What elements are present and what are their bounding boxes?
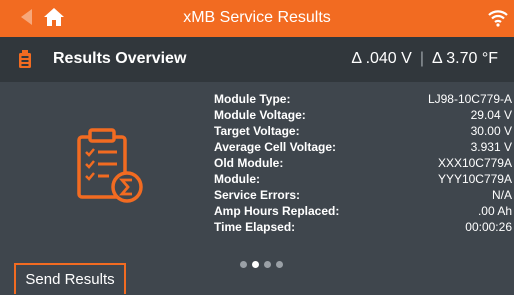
detail-row: Service Errors: N/A <box>214 187 512 203</box>
detail-value: 00:00:26 <box>465 220 512 234</box>
detail-label: Amp Hours Replaced: <box>214 204 340 218</box>
delta-temperature: Δ 3.70 °F <box>431 50 498 67</box>
detail-row: Time Elapsed: 00:00:26 <box>214 219 512 235</box>
page-dot[interactable] <box>264 261 271 268</box>
detail-value: N/A <box>491 188 512 202</box>
detail-row: Module Type: LJ98-10C779-A <box>214 91 512 107</box>
page-dot[interactable] <box>252 261 259 268</box>
detail-label: Average Cell Voltage: <box>214 140 337 154</box>
page-dot[interactable] <box>240 261 247 268</box>
delta-voltage: Δ .040 V <box>351 50 412 67</box>
results-header: Results Overview Δ .040 V | Δ 3.70 °F <box>0 37 514 82</box>
wifi-icon <box>488 10 508 27</box>
detail-value: 30.00 V <box>470 124 512 138</box>
clipboard-summary-icon <box>77 128 143 203</box>
detail-value: XXX10C779A <box>437 156 512 170</box>
detail-value: YYY10C779A <box>437 172 512 186</box>
page-indicator <box>240 261 288 269</box>
detail-value: LJ98-10C779-A <box>427 92 512 106</box>
detail-label: Module Voltage: <box>214 108 306 122</box>
detail-label: Module: <box>214 172 260 186</box>
detail-row: Amp Hours Replaced: .00 Ah <box>214 203 512 219</box>
detail-label: Service Errors: <box>214 188 301 202</box>
detail-value: .00 Ah <box>477 204 512 218</box>
detail-row: Target Voltage: 30.00 V <box>214 123 512 139</box>
divider: | <box>419 50 424 67</box>
detail-row: Module: YYY10C779A <box>214 171 512 187</box>
app-title: xMB Service Results <box>183 9 331 26</box>
detail-label: Old Module: <box>214 156 284 170</box>
detail-label: Time Elapsed: <box>214 220 296 234</box>
detail-label: Module Type: <box>214 92 291 106</box>
top-bar: xMB Service Results <box>0 0 514 37</box>
page-dot[interactable] <box>276 261 283 268</box>
delta-readout: Δ .040 V | Δ 3.70 °F <box>351 50 498 68</box>
detail-value: 29.04 V <box>470 108 512 122</box>
detail-value: 3.931 V <box>470 140 512 154</box>
detail-label: Target Voltage: <box>214 124 300 138</box>
detail-row: Module Voltage: 29.04 V <box>214 107 512 123</box>
detail-row: Average Cell Voltage: 3.931 V <box>214 139 512 155</box>
send-results-button[interactable]: Send Results <box>14 263 126 294</box>
detail-row: Old Module: XXX10C779A <box>214 155 512 171</box>
module-icon <box>19 50 31 68</box>
page-title: Results Overview <box>53 50 187 67</box>
details-list: Module Type: LJ98-10C779-A Module Voltage:… <box>214 91 512 235</box>
